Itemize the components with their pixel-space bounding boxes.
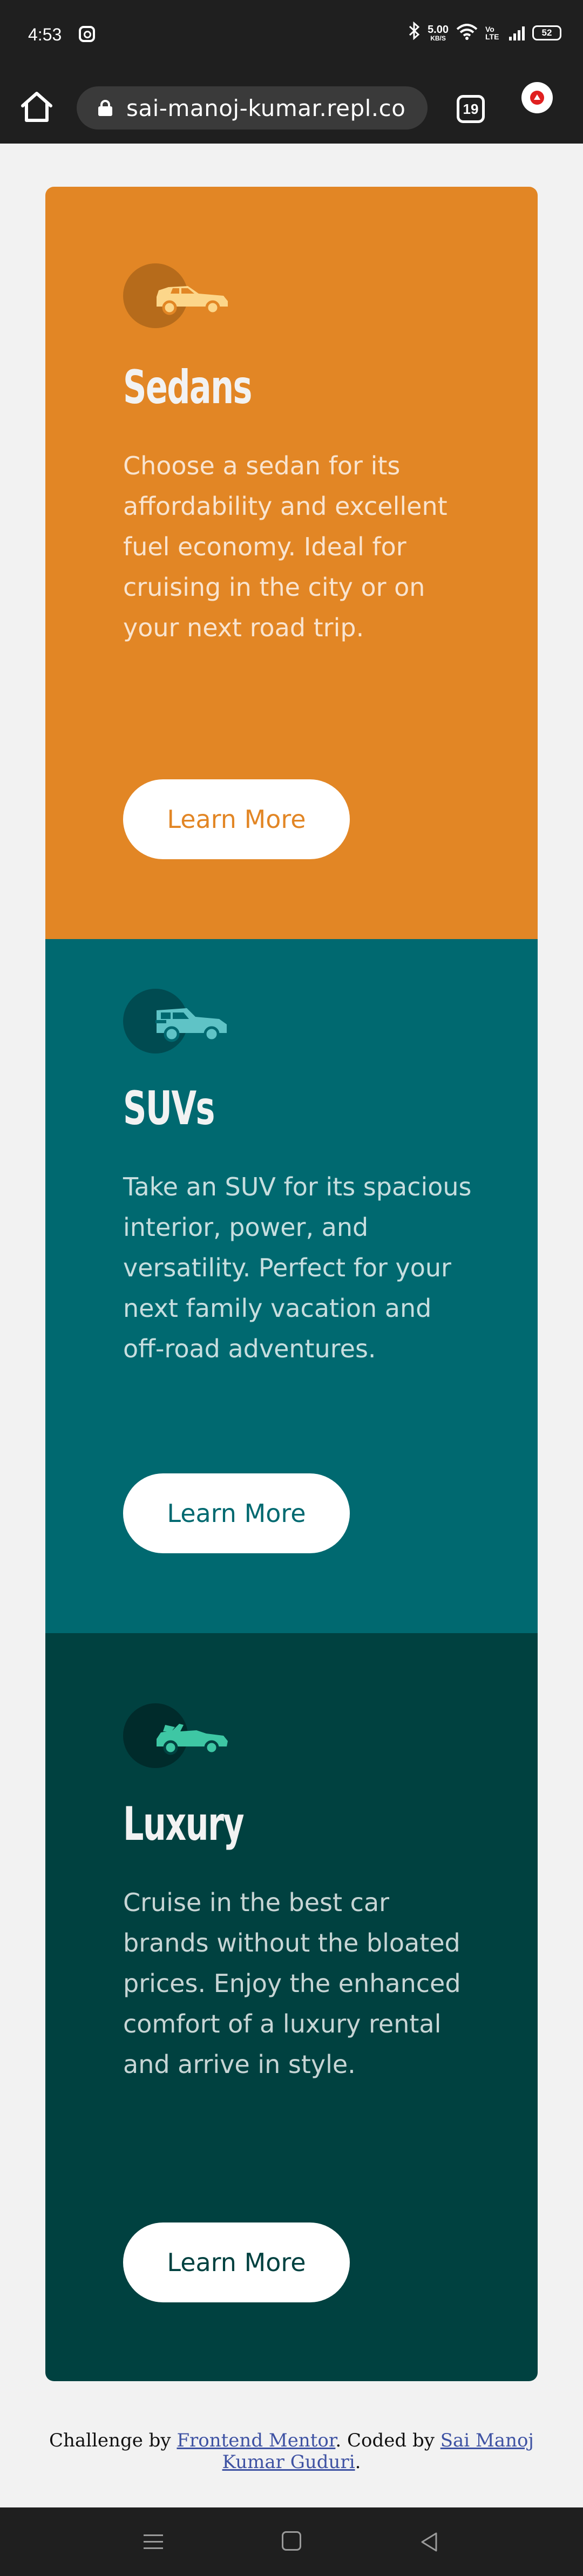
status-bar: 4:53 5.00 KB/S Vo LTE 52 [0,0,583,70]
system-navigation-bar [0,2507,583,2576]
footer-middle: . Coded by [335,2430,435,2451]
frontend-mentor-link[interactable]: Frontend Mentor [177,2430,335,2451]
footer-prefix: Challenge by [49,2430,171,2451]
card-title: Sedans [123,361,252,414]
tabs-button[interactable]: 19 [457,95,485,123]
menu-icon[interactable] [144,2534,163,2550]
instagram-icon [79,26,95,42]
card-luxury: Luxury Cruise in the best car brands wit… [45,1633,538,2381]
status-indicators: 5.00 KB/S Vo LTE 52 [408,21,561,44]
network-speed-value: 5.00 [428,24,449,36]
address-bar[interactable]: sai-manoj-kumar.repl.co [77,86,428,130]
volte-label: Vo LTE [485,25,499,41]
card-sedans: Sedans Choose a sedan for its affordabil… [45,187,538,939]
signal-icon [509,25,525,40]
battery-icon: 52 [532,25,561,40]
learn-more-button[interactable]: Learn More [123,1473,350,1553]
home-icon[interactable] [19,91,54,123]
back-icon[interactable] [419,2531,440,2553]
browser-toolbar: sai-manoj-kumar.repl.co 19 [0,70,583,144]
lock-icon [98,100,112,116]
network-speed: 5.00 KB/S [428,24,449,42]
card-description: Take an SUV for its spacious interior, p… [123,1172,472,1363]
wifi-icon [456,23,478,43]
attribution-footer: Challenge by Frontend Mentor. Coded by S… [32,2430,551,2473]
card-description: Choose a sedan for its affordability and… [123,451,448,642]
card-suvs: SUVs Take an SUV for its spacious interi… [45,939,538,1633]
card-title: SUVs [123,1082,215,1136]
luxury-car-icon [123,1703,228,1768]
sedan-icon [123,263,228,328]
url-text: sai-manoj-kumar.repl.co [126,94,406,121]
status-time: 4:53 [28,25,62,44]
suv-icon [123,989,227,1053]
learn-more-button[interactable]: Learn More [123,2222,350,2302]
learn-more-button[interactable]: Learn More [123,779,350,859]
card-title: Luxury [123,1797,245,1851]
card-group: Sedans Choose a sedan for its affordabil… [45,187,538,2381]
network-speed-unit: KB/S [430,35,446,42]
bluetooth-icon [408,21,420,44]
home-square-icon[interactable] [282,2531,301,2551]
extension-icon[interactable] [521,82,553,113]
card-description: Cruise in the best car brands without th… [123,1888,461,2079]
footer-suffix: . [355,2451,361,2473]
